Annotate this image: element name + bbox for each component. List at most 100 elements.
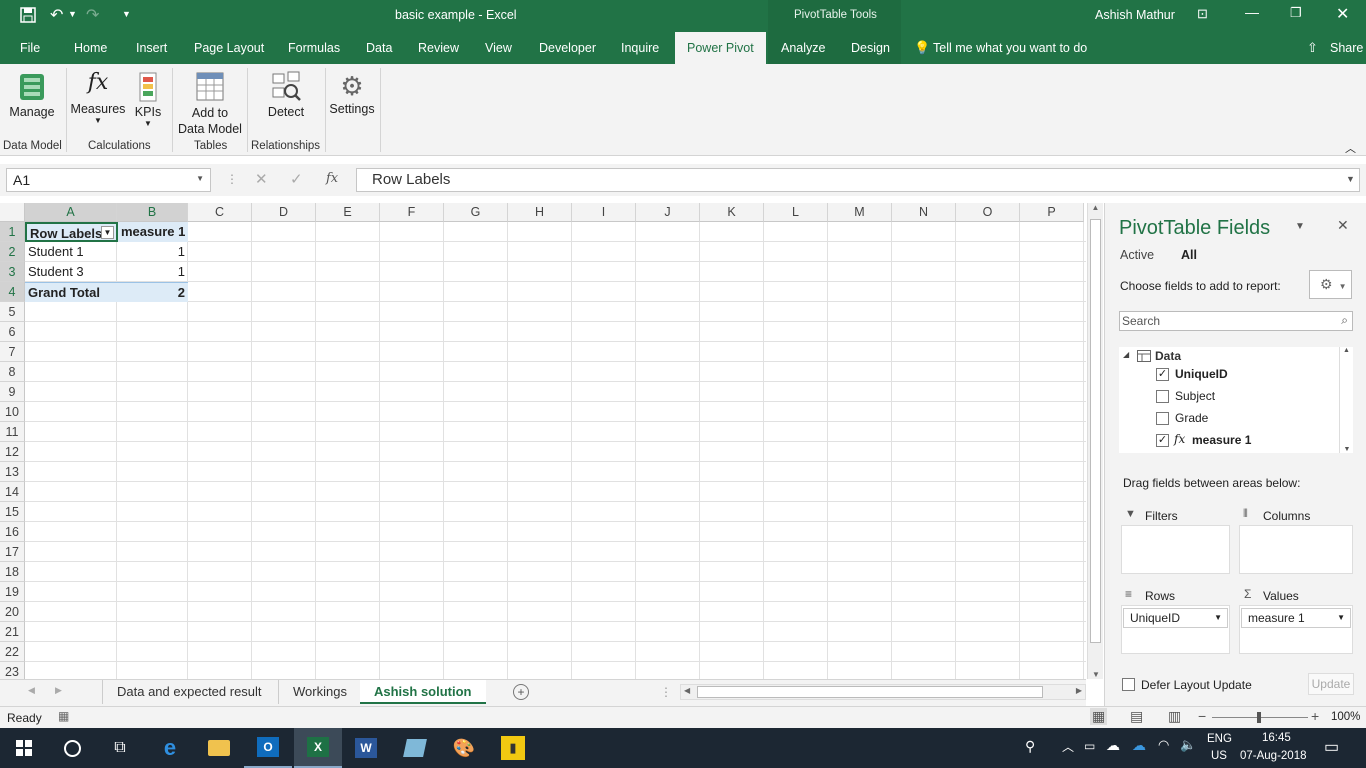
tab-insert[interactable]: Insert bbox=[136, 32, 167, 64]
next-sheet-icon[interactable]: ▶ bbox=[55, 685, 62, 696]
prev-sheet-icon[interactable]: ◀ bbox=[28, 685, 35, 696]
name-box[interactable]: A1 ▼ bbox=[6, 168, 211, 192]
column-header-j[interactable]: J bbox=[636, 203, 700, 222]
values-field-dropdown-icon[interactable]: ▼ bbox=[1337, 613, 1345, 622]
column-header-e[interactable]: E bbox=[316, 203, 380, 222]
page-layout-view-icon[interactable]: ▤ bbox=[1130, 708, 1143, 725]
row-header-20[interactable]: 20 bbox=[0, 602, 25, 622]
column-header-n[interactable]: N bbox=[892, 203, 956, 222]
field-measure1-checkbox[interactable]: ✓ bbox=[1156, 434, 1169, 447]
row-header-17[interactable]: 17 bbox=[0, 542, 25, 562]
row-header-4[interactable]: 4 bbox=[0, 282, 25, 302]
column-header-f[interactable]: F bbox=[380, 203, 444, 222]
share-button[interactable]: Share bbox=[1330, 32, 1363, 64]
field-uniqueid-checkbox[interactable]: ✓ bbox=[1156, 368, 1169, 381]
zoom-slider-thumb[interactable] bbox=[1257, 712, 1261, 723]
field-scroll-down-icon[interactable]: ▼ bbox=[1340, 446, 1354, 453]
cell-a3[interactable]: Student 3 bbox=[25, 262, 118, 282]
pane-close-icon[interactable]: ✕ bbox=[1337, 217, 1349, 234]
vertical-scrollbar[interactable]: ▲ ▼ bbox=[1087, 203, 1103, 679]
scroll-left-icon[interactable]: ◀ bbox=[684, 686, 690, 695]
save-icon[interactable] bbox=[20, 7, 36, 28]
cell-b4-grand-total[interactable]: 2 bbox=[118, 282, 188, 302]
column-header-p[interactable]: P bbox=[1020, 203, 1084, 222]
clock-date[interactable]: 07-Aug-2018 bbox=[1240, 750, 1307, 762]
collapse-ribbon-icon[interactable]: ︿ bbox=[1345, 140, 1356, 156]
row-header-13[interactable]: 13 bbox=[0, 462, 25, 482]
word-app[interactable]: W bbox=[342, 728, 390, 768]
zoom-in-icon[interactable]: + bbox=[1311, 708, 1319, 724]
input-region[interactable]: US bbox=[1211, 750, 1227, 762]
tab-home[interactable]: Home bbox=[74, 32, 107, 64]
zoom-level[interactable]: 100% bbox=[1331, 711, 1360, 723]
tab-analyze[interactable]: Analyze bbox=[781, 32, 825, 64]
column-header-k[interactable]: K bbox=[700, 203, 764, 222]
onedrive-icon[interactable]: ☁ bbox=[1106, 737, 1120, 754]
cell-a4-grand-total[interactable]: Grand Total bbox=[25, 282, 118, 302]
cell-b2[interactable]: 1 bbox=[118, 242, 188, 262]
expand-formula-bar-icon[interactable]: ▼ bbox=[1346, 174, 1355, 184]
row-header-14[interactable]: 14 bbox=[0, 482, 25, 502]
kpis-button[interactable]: KPIs ▼ bbox=[131, 70, 165, 128]
cell-b1-measure-header[interactable]: measure 1 bbox=[118, 222, 188, 242]
row-header-1[interactable]: 1 bbox=[0, 222, 25, 242]
column-header-o[interactable]: O bbox=[956, 203, 1020, 222]
people-icon[interactable]: ⚲ bbox=[1025, 738, 1035, 755]
expand-table-icon[interactable]: ◢ bbox=[1123, 350, 1129, 359]
scroll-thumb[interactable] bbox=[1090, 219, 1101, 643]
cell-b3[interactable]: 1 bbox=[118, 262, 188, 282]
scroll-up-icon[interactable]: ▲ bbox=[1088, 203, 1103, 212]
sheet-tab-workings[interactable]: Workings bbox=[278, 680, 361, 704]
field-measure1-label[interactable]: measure 1 bbox=[1192, 433, 1251, 447]
column-header-g[interactable]: G bbox=[444, 203, 508, 222]
restore-icon[interactable]: ❐ bbox=[1290, 5, 1302, 21]
row-header-11[interactable]: 11 bbox=[0, 422, 25, 442]
new-sheet-icon[interactable]: + bbox=[513, 684, 529, 700]
measures-button[interactable]: fx Measures ▼ bbox=[70, 70, 126, 125]
column-header-b[interactable]: B bbox=[117, 203, 188, 222]
name-box-dropdown-icon[interactable]: ▼ bbox=[196, 174, 204, 183]
row-header-2[interactable]: 2 bbox=[0, 242, 25, 262]
tell-me-box[interactable]: Tell me what you want to do bbox=[933, 32, 1087, 64]
close-icon[interactable]: ✕ bbox=[1336, 4, 1349, 24]
tab-design[interactable]: Design bbox=[851, 32, 890, 64]
battery-icon[interactable]: ▭ bbox=[1084, 739, 1095, 753]
minimize-icon[interactable]: — bbox=[1245, 4, 1259, 20]
column-header-h[interactable]: H bbox=[508, 203, 572, 222]
field-list-scrollbar[interactable]: ▲ ▼ bbox=[1339, 347, 1353, 453]
column-header-d[interactable]: D bbox=[252, 203, 316, 222]
row-header-16[interactable]: 16 bbox=[0, 522, 25, 542]
tab-view[interactable]: View bbox=[485, 32, 512, 64]
h-scroll-thumb[interactable] bbox=[697, 686, 1043, 698]
row-header-19[interactable]: 19 bbox=[0, 582, 25, 602]
sheet-tab-ashish-solution[interactable]: Ashish solution bbox=[360, 680, 486, 704]
filter-dropdown-icon[interactable]: ▼ bbox=[101, 226, 114, 239]
sheet-tab-data-and-expected-result[interactable]: Data and expected result bbox=[102, 680, 276, 704]
zoom-out-icon[interactable]: − bbox=[1198, 708, 1206, 724]
user-name[interactable]: Ashish Mathur bbox=[1095, 8, 1175, 22]
row-header-23[interactable]: 23 bbox=[0, 662, 25, 679]
field-grade-checkbox[interactable] bbox=[1156, 412, 1169, 425]
edge-app[interactable]: e bbox=[146, 728, 194, 768]
columns-area[interactable] bbox=[1239, 525, 1353, 574]
worksheet-grid[interactable]: ABCDEFGHIJKLMNOP 1 2 3 4 5 6 7 8 9 10 11 12 13 14 15 16… bbox=[0, 203, 1086, 679]
rows-field-dropdown-icon[interactable]: ▼ bbox=[1214, 613, 1222, 622]
tray-expand-icon[interactable]: ︿ bbox=[1062, 738, 1074, 755]
tools-button[interactable]: ⚙ ▼ bbox=[1309, 270, 1352, 299]
field-scroll-up-icon[interactable]: ▲ bbox=[1340, 347, 1353, 354]
start-button[interactable] bbox=[0, 728, 48, 768]
row-header-3[interactable]: 3 bbox=[0, 262, 25, 282]
excel-app[interactable]: X bbox=[294, 728, 342, 768]
tab-developer[interactable]: Developer bbox=[539, 32, 596, 64]
task-view-button[interactable]: ⧉ bbox=[96, 728, 144, 768]
defer-layout-checkbox[interactable] bbox=[1122, 678, 1135, 691]
column-header-l[interactable]: L bbox=[764, 203, 828, 222]
tab-review[interactable]: Review bbox=[418, 32, 459, 64]
pane-options-icon[interactable]: ▼ bbox=[1295, 221, 1305, 232]
row-header-6[interactable]: 6 bbox=[0, 322, 25, 342]
row-header-15[interactable]: 15 bbox=[0, 502, 25, 522]
rows-field-uniqueid[interactable]: UniqueID ▼ bbox=[1123, 608, 1228, 628]
row-header-10[interactable]: 10 bbox=[0, 402, 25, 422]
tab-inquire[interactable]: Inquire bbox=[621, 32, 659, 64]
detect-button[interactable]: Detect bbox=[262, 70, 310, 119]
